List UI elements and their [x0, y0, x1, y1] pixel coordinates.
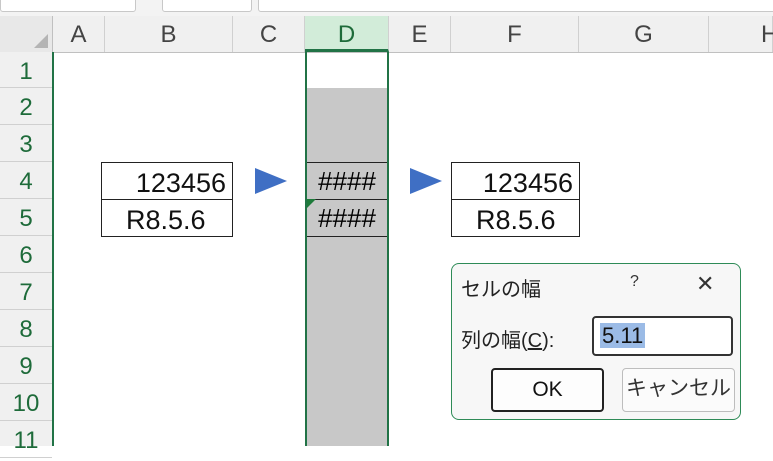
- row-header-11[interactable]: 11: [0, 421, 52, 458]
- cell-d4[interactable]: ####: [307, 162, 387, 198]
- row-header-column: 1 2 3 4 5 6 7 8 9 10 11: [0, 52, 54, 458]
- arrow-right-icon: [410, 168, 442, 194]
- dialog-title: セルの幅: [461, 279, 541, 301]
- cell-border: [307, 236, 387, 237]
- column-header-b[interactable]: B: [105, 16, 233, 52]
- label-prefix: 列の幅(: [461, 330, 528, 352]
- formula-buttons[interactable]: J: [162, 0, 252, 12]
- ok-button[interactable]: OK: [491, 368, 604, 412]
- column-header-c[interactable]: C: [233, 16, 305, 52]
- row-header-2[interactable]: 2: [0, 88, 52, 125]
- column-header-f[interactable]: F: [451, 16, 579, 52]
- column-header-g[interactable]: G: [579, 16, 709, 52]
- column-width-input[interactable]: 5.11: [592, 316, 733, 356]
- formula-bar-area: V J: [0, 0, 773, 16]
- cell-f5[interactable]: R8.5.6: [451, 199, 580, 237]
- label-suffix: ):: [542, 330, 555, 352]
- column-width-dialog: セルの幅 ? ✕ 列の幅(C): 5.11 OK キャンセル: [451, 263, 741, 420]
- cancel-button[interactable]: キャンセル: [622, 368, 735, 412]
- row-header-10[interactable]: 10: [0, 384, 52, 421]
- row-header-7[interactable]: 7: [0, 273, 52, 310]
- cell-f4[interactable]: 123456: [451, 162, 580, 200]
- column-width-label: 列の幅(C):: [461, 324, 554, 353]
- cell-d5[interactable]: ####: [307, 199, 387, 235]
- row-header-8[interactable]: 8: [0, 310, 52, 347]
- cell-b4[interactable]: 123456: [101, 162, 233, 200]
- row-header-5[interactable]: 5: [0, 199, 52, 236]
- column-header-e[interactable]: E: [389, 16, 451, 52]
- cell-b5[interactable]: R8.5.6: [101, 199, 233, 237]
- column-header-d[interactable]: D: [305, 16, 389, 52]
- label-access-key: C: [527, 330, 543, 352]
- column-header-h[interactable]: H: [709, 16, 773, 52]
- help-icon[interactable]: ?: [630, 273, 639, 291]
- select-all-corner[interactable]: [0, 16, 53, 52]
- row-header-9[interactable]: 9: [0, 347, 52, 384]
- select-all-icon: [34, 34, 48, 48]
- name-box-fragment: V: [19, 0, 26, 3]
- column-width-value: 5.11: [600, 323, 646, 348]
- formula-buttons-fragment: J: [240, 0, 246, 3]
- close-icon[interactable]: ✕: [696, 271, 714, 297]
- row-header-4[interactable]: 4: [0, 162, 52, 199]
- row-header-6[interactable]: 6: [0, 236, 52, 273]
- arrow-right-icon: [255, 168, 287, 194]
- selected-column-d[interactable]: [305, 52, 389, 446]
- column-header-row: A B C D E F G H: [0, 16, 773, 53]
- column-header-a[interactable]: A: [53, 16, 105, 52]
- row-header-1[interactable]: 1: [0, 52, 52, 88]
- row-header-3[interactable]: 3: [0, 125, 52, 162]
- error-indicator-icon: [307, 199, 316, 208]
- formula-input[interactable]: [258, 0, 773, 12]
- name-box[interactable]: V: [0, 0, 136, 12]
